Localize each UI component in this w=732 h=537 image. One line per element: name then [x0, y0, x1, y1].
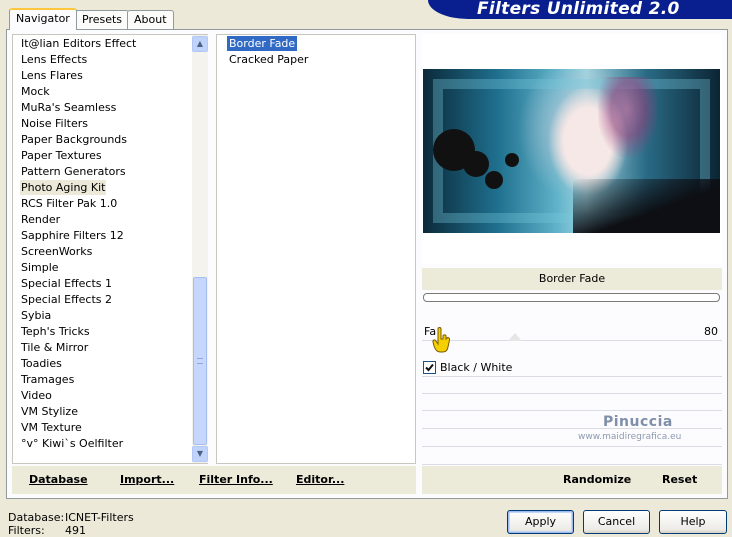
checkmark-icon	[425, 363, 434, 372]
watermark-url: www.maidiregrafica.eu	[578, 432, 682, 442]
scroll-down-arrow-icon[interactable]: ▼	[192, 446, 208, 462]
category-item[interactable]: Video	[20, 388, 53, 403]
apply-button[interactable]: Apply	[507, 510, 574, 534]
category-item[interactable]: Teph's Tricks	[20, 324, 91, 339]
filter-item-border-fade[interactable]: Border Fade	[227, 36, 298, 51]
scroll-up-arrow-icon[interactable]: ▲	[192, 36, 208, 52]
database-status-value: ICNET-Filters	[65, 511, 134, 524]
param-empty-row	[422, 413, 722, 429]
shadow-shape	[573, 179, 720, 233]
category-item[interactable]: Sybia	[20, 308, 52, 323]
category-item[interactable]: Tramages	[20, 372, 75, 387]
filters-status-value: 491	[65, 524, 86, 537]
category-item[interactable]: Sapphire Filters 12	[20, 228, 125, 243]
category-item[interactable]: RCS Filter Pak 1.0	[20, 196, 118, 211]
category-scrollbar[interactable]: ▲ ▼	[192, 35, 208, 463]
category-list[interactable]: It@lian Editors Effect Lens Effects Lens F…	[12, 34, 208, 464]
preview-image	[423, 69, 720, 233]
category-item[interactable]: Toadies	[20, 356, 63, 371]
scrollbar-thumb[interactable]	[193, 277, 207, 445]
tab-presets[interactable]: Presets	[75, 10, 130, 29]
category-item[interactable]: Pattern Generators	[20, 164, 127, 179]
param-empty-row	[422, 449, 722, 465]
filter-info-button[interactable]: Filter Info...	[199, 466, 273, 494]
category-item[interactable]: Photo Aging Kit	[20, 180, 107, 195]
parameter-progress	[423, 293, 720, 302]
randomize-button[interactable]: Randomize	[563, 466, 631, 494]
category-item[interactable]: Paper Backgrounds	[20, 132, 128, 147]
category-item[interactable]: It@lian Editors Effect	[20, 36, 137, 51]
black-white-label: Black / White	[440, 361, 513, 374]
category-item[interactable]: Mock	[20, 84, 51, 99]
tab-about[interactable]: About	[127, 10, 174, 29]
category-item[interactable]: MuRa's Seamless	[20, 100, 117, 115]
app-title: Filters Unlimited 2.0	[477, 0, 680, 19]
database-status-label: Database:	[8, 511, 65, 524]
filters-status-label: Filters:	[8, 524, 45, 537]
category-item[interactable]: Lens Effects	[20, 52, 88, 67]
reset-button[interactable]: Reset	[662, 466, 697, 494]
fade-slider[interactable]	[422, 323, 722, 341]
category-item[interactable]: Simple	[20, 260, 60, 275]
ink-splatter	[433, 129, 475, 171]
filter-item-cracked-paper[interactable]: Cracked Paper	[227, 52, 310, 67]
category-item[interactable]: °v° Kiwi`s Oelfilter	[20, 436, 124, 451]
filters-status: Filters: 491	[8, 524, 86, 537]
category-item[interactable]: VM Stylize	[20, 404, 79, 419]
category-item[interactable]: Paper Textures	[20, 148, 103, 163]
filter-list[interactable]: Border Fade Cracked Paper	[216, 34, 416, 464]
category-item[interactable]: Lens Flares	[20, 68, 84, 83]
editor-button[interactable]: Editor...	[296, 466, 344, 494]
slider-value: 80	[704, 325, 718, 338]
category-item[interactable]: Noise Filters	[20, 116, 89, 131]
param-empty-row	[422, 378, 722, 394]
category-item[interactable]: Special Effects 1	[20, 276, 113, 291]
pink-hair-accent	[598, 77, 658, 157]
watermark-name: Pinuccia	[603, 414, 673, 430]
black-white-checkbox[interactable]	[423, 361, 436, 374]
database-button[interactable]: Database	[29, 466, 88, 494]
help-button[interactable]: Help	[659, 510, 727, 534]
import-button[interactable]: Import...	[120, 466, 174, 494]
category-item[interactable]: Tile & Mirror	[20, 340, 89, 355]
slider-marker-icon[interactable]	[508, 333, 522, 341]
tab-navigator[interactable]: Navigator	[9, 8, 77, 30]
category-item[interactable]: Render	[20, 212, 61, 227]
parameter-title: Border Fade	[422, 268, 722, 290]
hand-cursor-icon	[432, 327, 451, 353]
grip-icon	[197, 358, 203, 364]
category-item[interactable]: VM Texture	[20, 420, 83, 435]
category-item[interactable]: Special Effects 2	[20, 292, 113, 307]
param-empty-row	[422, 395, 722, 411]
category-item[interactable]: ScreenWorks	[20, 244, 93, 259]
cancel-button[interactable]: Cancel	[583, 510, 650, 534]
database-status: Database: ICNET-Filters	[8, 511, 134, 524]
